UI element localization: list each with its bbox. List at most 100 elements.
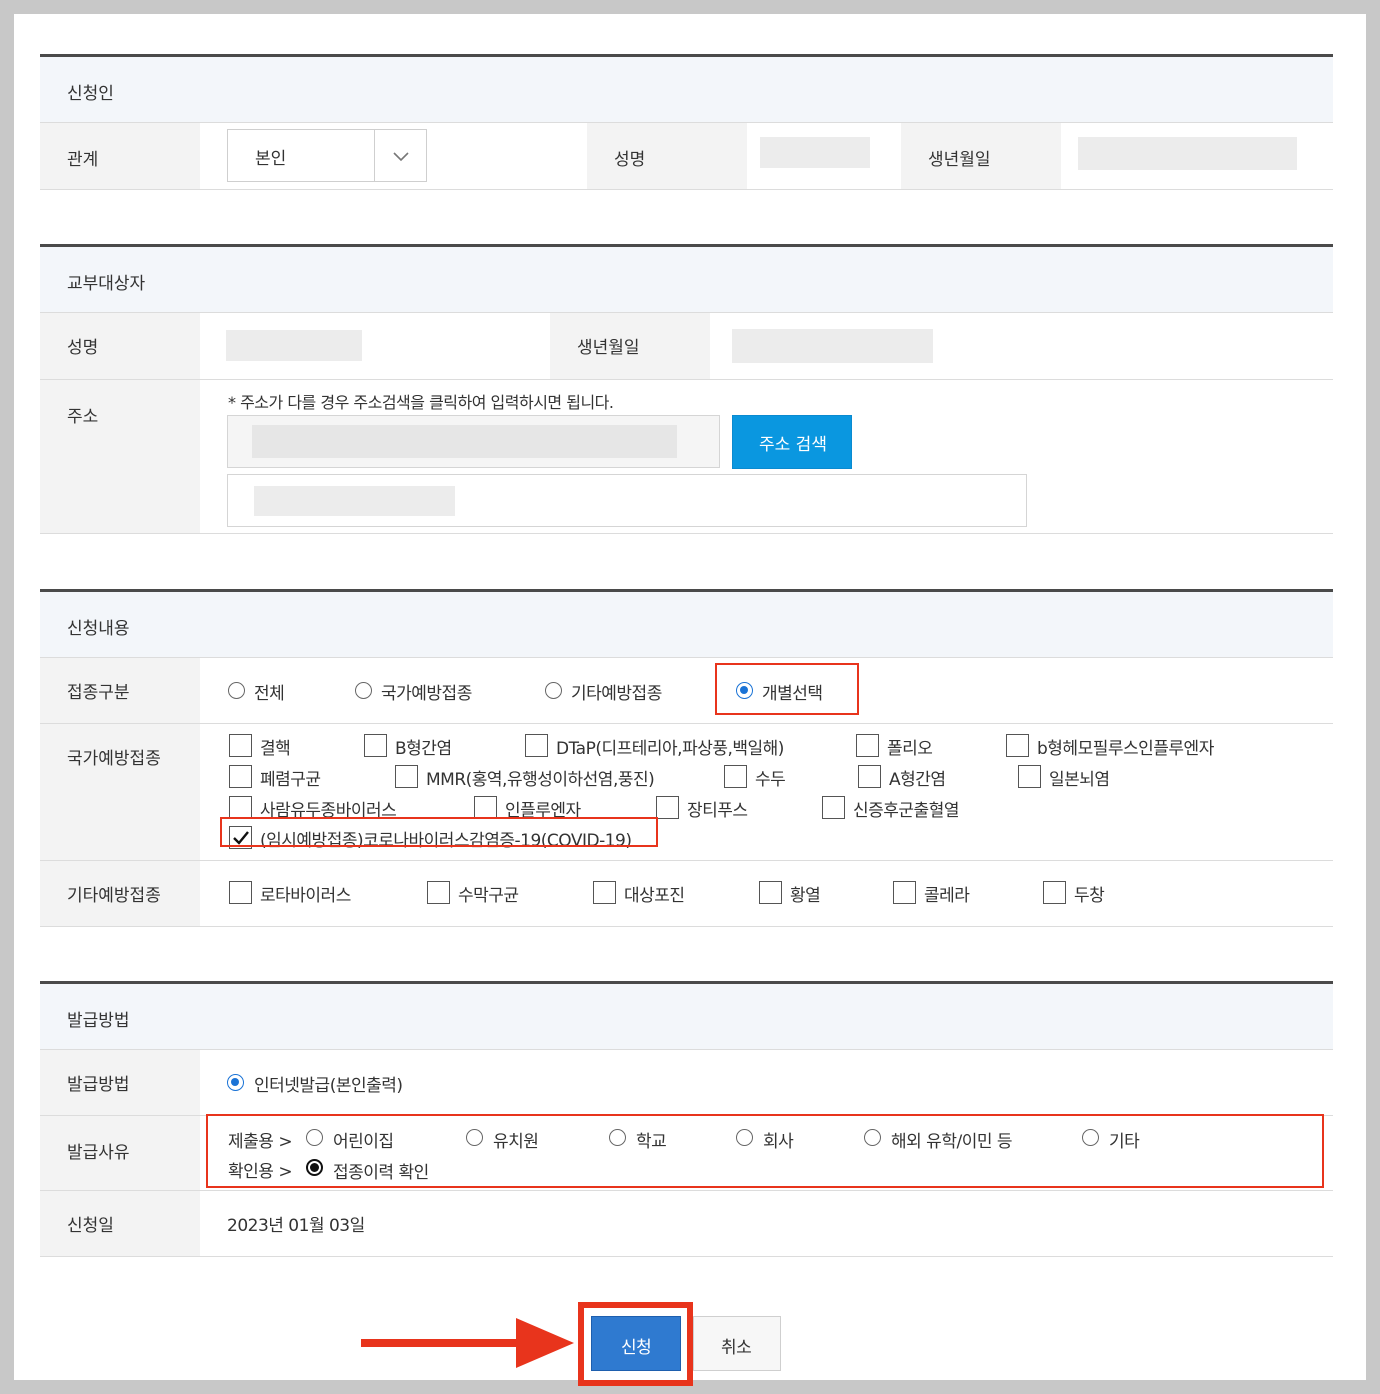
content-section-header: 신청내용 bbox=[40, 589, 1333, 658]
national-vaccination-row: 국가예방접종 결핵 B형간염 DTaP(디프테리아,파상풍,백일해) 폴리오 b… bbox=[40, 724, 1333, 861]
date-label: 신청일 bbox=[67, 1216, 114, 1236]
reason-highlight-box bbox=[206, 1114, 1324, 1188]
checkbox-meningococcal[interactable] bbox=[427, 881, 450, 904]
address-input-value bbox=[252, 425, 677, 458]
label-rotavirus: 로타바이러스 bbox=[260, 886, 351, 906]
type-option-national-label: 국가예방접종 bbox=[381, 684, 472, 704]
label-mmr: MMR(홍역,유행성이하선염,풍진) bbox=[426, 770, 655, 790]
address-search-button[interactable]: 주소 검색 bbox=[732, 415, 852, 469]
address-detail-value bbox=[254, 486, 455, 516]
checkbox-varicella[interactable] bbox=[724, 765, 747, 788]
label-meningococcal: 수막구균 bbox=[458, 886, 519, 906]
method-label: 발급방법 bbox=[67, 1075, 130, 1095]
checkbox-hib[interactable] bbox=[1006, 734, 1029, 757]
address-label: 주소 bbox=[67, 407, 99, 427]
chevron-down-icon[interactable] bbox=[374, 130, 426, 181]
type-radio-national[interactable] bbox=[355, 682, 372, 699]
target-address-row: 주소 * 주소가 다를 경우 주소검색을 클릭하여 입력하시면 됩니다. 주소 … bbox=[40, 380, 1333, 534]
date-label-cell: 신청일 bbox=[40, 1191, 200, 1256]
other-label-cell: 기타예방접종 bbox=[40, 861, 200, 926]
checkbox-yellow-fever[interactable] bbox=[759, 881, 782, 904]
checkbox-japanese-encephalitis[interactable] bbox=[1018, 765, 1041, 788]
address-detail-input[interactable] bbox=[227, 474, 1027, 527]
target-birth-label: 생년월일 bbox=[577, 338, 640, 358]
checkbox-smallpox[interactable] bbox=[1043, 881, 1066, 904]
checkbox-polio[interactable] bbox=[856, 734, 879, 757]
applicant-birth-label: 생년월일 bbox=[928, 150, 991, 170]
applicant-name-label: 성명 bbox=[614, 150, 646, 170]
other-label: 기타예방접종 bbox=[67, 886, 161, 906]
type-option-all-label: 전체 bbox=[254, 684, 285, 704]
address-input[interactable] bbox=[227, 415, 720, 468]
label-hfrs: 신증후군출혈열 bbox=[853, 801, 959, 821]
date-value: 2023년 01월 03일 bbox=[227, 1216, 365, 1236]
target-birth-label-cell: 생년월일 bbox=[550, 313, 710, 379]
label-varicella: 수두 bbox=[755, 770, 786, 790]
checkbox-mmr[interactable] bbox=[395, 765, 418, 788]
type-radio-all[interactable] bbox=[228, 682, 245, 699]
checkbox-rotavirus[interactable] bbox=[229, 881, 252, 904]
content-section: 신청내용 접종구분 전체 국가예방접종 기타예방접종 개별선택 국가예방접종 결… bbox=[40, 589, 1333, 927]
reason-label-cell: 발급사유 bbox=[40, 1116, 200, 1190]
relation-select[interactable]: 본인 bbox=[227, 129, 427, 182]
checkbox-pneumococcal[interactable] bbox=[229, 765, 252, 788]
pointer-arrow-icon bbox=[361, 1316, 581, 1370]
address-search-button-label: 주소 검색 bbox=[759, 435, 827, 455]
target-name-value bbox=[226, 330, 362, 361]
checkbox-tuberculosis[interactable] bbox=[229, 734, 252, 757]
address-note: * 주소가 다를 경우 주소검색을 클릭하여 입력하시면 됩니다. bbox=[228, 393, 614, 412]
issue-section-header: 발급방법 bbox=[40, 981, 1333, 1050]
method-radio-internet[interactable] bbox=[227, 1074, 244, 1091]
checkbox-cholera[interactable] bbox=[893, 881, 916, 904]
apply-button[interactable]: 신청 bbox=[591, 1316, 681, 1371]
apply-button-label: 신청 bbox=[621, 1338, 652, 1358]
target-name-label: 성명 bbox=[67, 338, 99, 358]
label-typhoid: 장티푸스 bbox=[687, 801, 748, 821]
applicant-row: 관계 본인 성명 생년월일 bbox=[40, 123, 1333, 190]
checkbox-hfrs[interactable] bbox=[822, 796, 845, 819]
applicant-name-label-cell: 성명 bbox=[587, 123, 747, 189]
issue-section: 발급방법 발급방법 인터넷발급(본인출력) 발급사유 제출용 > 어린이집 유치… bbox=[40, 981, 1333, 1257]
label-cholera: 콜레라 bbox=[924, 886, 970, 906]
applicant-birth-label-cell: 생년월일 bbox=[901, 123, 1061, 189]
vaccination-type-row: 접종구분 전체 국가예방접종 기타예방접종 개별선택 bbox=[40, 658, 1333, 724]
target-name-row: 성명 생년월일 bbox=[40, 313, 1333, 380]
target-birth-value bbox=[732, 329, 933, 363]
label-pneumococcal: 폐렴구균 bbox=[260, 770, 321, 790]
issue-method-row: 발급방법 인터넷발급(본인출력) bbox=[40, 1050, 1333, 1116]
checkbox-influenza[interactable] bbox=[474, 796, 497, 819]
national-label-cell: 국가예방접종 bbox=[40, 724, 200, 860]
relation-select-value: 본인 bbox=[255, 149, 287, 169]
cancel-button-label: 취소 bbox=[721, 1338, 752, 1358]
checkbox-zoster[interactable] bbox=[593, 881, 616, 904]
label-hepatitis-b: B형간염 bbox=[395, 739, 452, 759]
issue-date-row: 신청일 2023년 01월 03일 bbox=[40, 1191, 1333, 1257]
other-vaccination-row: 기타예방접종 로타바이러스 수막구균 대상포진 황열 콜레라 두창 bbox=[40, 861, 1333, 927]
label-smallpox: 두창 bbox=[1074, 886, 1105, 906]
label-tuberculosis: 결핵 bbox=[260, 739, 291, 759]
type-radio-other[interactable] bbox=[545, 682, 562, 699]
target-section-title: 교부대상자 bbox=[67, 274, 146, 294]
applicant-section: 신청인 관계 본인 성명 생년월일 bbox=[40, 54, 1333, 190]
applicant-birth-value bbox=[1078, 137, 1297, 170]
checkbox-hepatitis-a[interactable] bbox=[858, 765, 881, 788]
checkbox-hepatitis-b[interactable] bbox=[364, 734, 387, 757]
checkbox-typhoid[interactable] bbox=[656, 796, 679, 819]
method-option-label: 인터넷발급(본인출력) bbox=[254, 1076, 403, 1096]
type-label: 접종구분 bbox=[67, 683, 130, 703]
label-hib: b형헤모필루스인플루엔자 bbox=[1037, 739, 1214, 759]
issue-reason-row: 발급사유 제출용 > 어린이집 유치원 학교 회사 해외 유학/이민 등 기타 … bbox=[40, 1114, 1333, 1191]
type-option-other-label: 기타예방접종 bbox=[571, 684, 662, 704]
method-label-cell: 발급방법 bbox=[40, 1050, 200, 1115]
checkbox-hpv[interactable] bbox=[229, 796, 252, 819]
label-japanese-encephalitis: 일본뇌염 bbox=[1049, 770, 1110, 790]
cancel-button[interactable]: 취소 bbox=[693, 1316, 781, 1371]
issue-section-title: 발급방법 bbox=[67, 1011, 130, 1031]
type-label-cell: 접종구분 bbox=[40, 658, 200, 723]
label-zoster: 대상포진 bbox=[624, 886, 685, 906]
target-section: 교부대상자 성명 생년월일 주소 * 주소가 다를 경우 주소검색을 클릭하여 … bbox=[40, 244, 1333, 534]
checkbox-dtap[interactable] bbox=[525, 734, 548, 757]
label-hepatitis-a: A형간염 bbox=[889, 770, 946, 790]
target-section-header: 교부대상자 bbox=[40, 244, 1333, 313]
national-label: 국가예방접종 bbox=[67, 749, 161, 769]
